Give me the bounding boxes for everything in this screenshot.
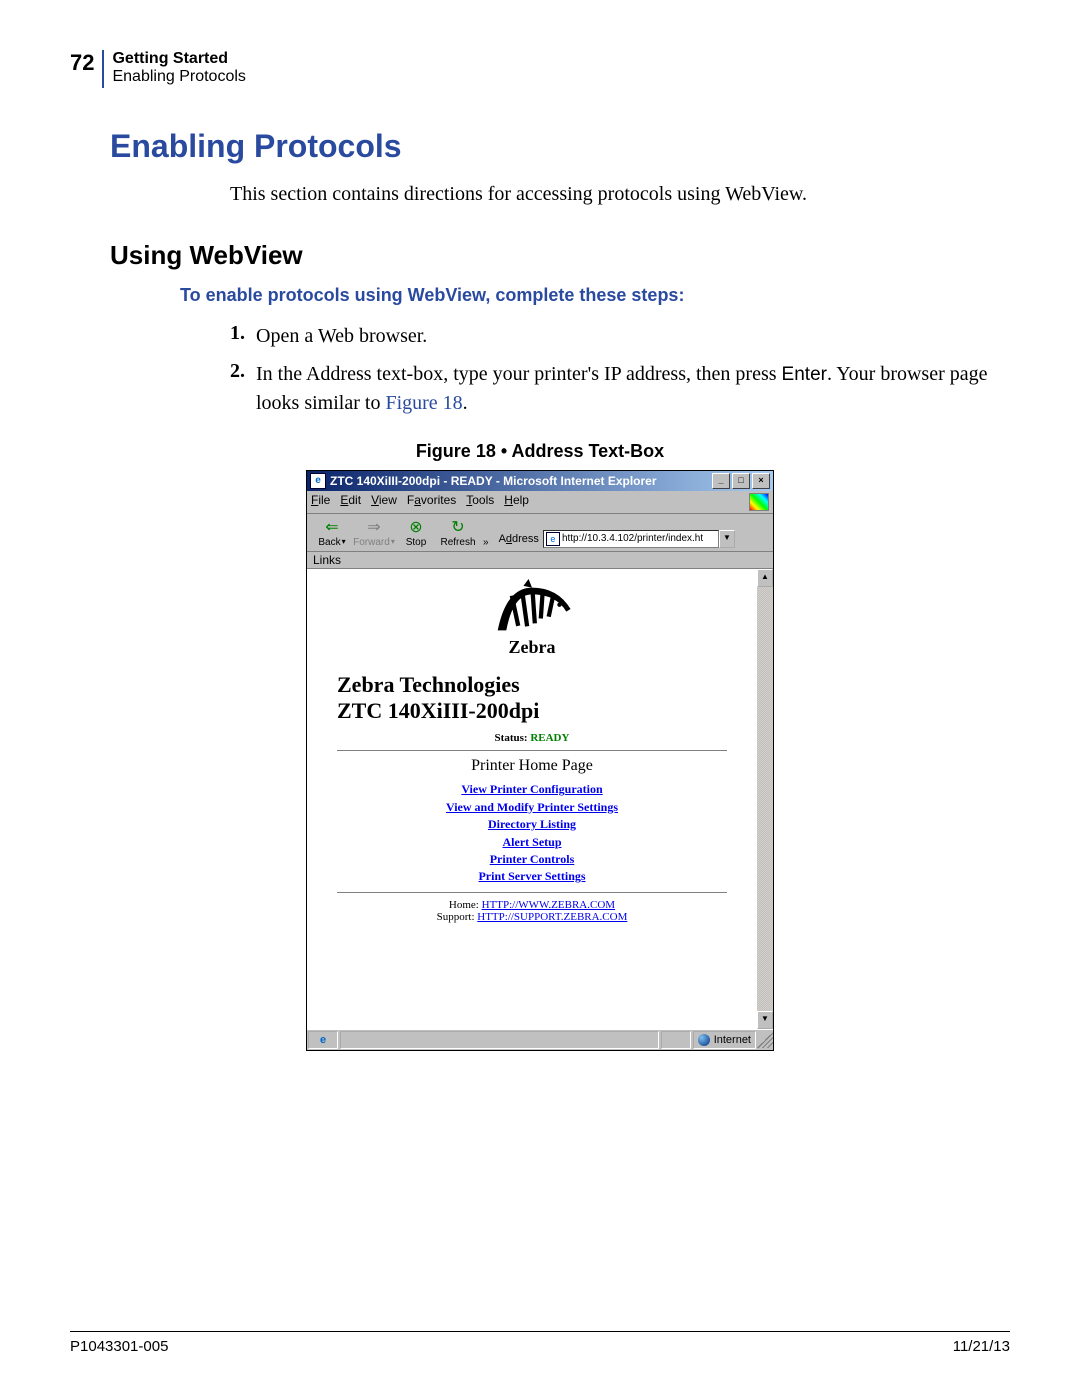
address-input[interactable]: e http://10.3.4.102/printer/index.ht	[543, 530, 719, 548]
address-value: http://10.3.4.102/printer/index.ht	[562, 533, 703, 544]
back-icon: ⇐	[311, 517, 353, 537]
close-button[interactable]: ×	[752, 473, 770, 489]
intro-text: This section contains directions for acc…	[230, 183, 1010, 206]
chapter-title: Getting Started	[112, 50, 245, 68]
page-icon: e	[546, 532, 560, 546]
browser-window: e ZTC 140XiIII-200dpi - READY - Microsof…	[306, 470, 774, 1051]
vertical-scrollbar[interactable]: ▲ ▼	[757, 569, 773, 1029]
heading-3: To enable protocols using WebView, compl…	[180, 285, 1010, 306]
key-name: Enter	[782, 364, 827, 385]
chevron-down-icon: ▾	[342, 537, 346, 546]
heading-1: Enabling Protocols	[110, 128, 1010, 165]
scroll-up-icon[interactable]: ▲	[757, 569, 773, 587]
model-name: ZTC 140XiIII-200dpi	[337, 698, 539, 723]
refresh-icon: ↻	[437, 517, 479, 537]
company-name: Zebra Technologies	[337, 672, 520, 697]
step-text-part: In the Address text-box, type your print…	[256, 363, 782, 385]
menu-view[interactable]: View	[371, 493, 397, 511]
menu-edit[interactable]: Edit	[340, 493, 361, 511]
page-link[interactable]: Alert Setup	[317, 834, 747, 851]
minimize-button[interactable]: _	[712, 473, 730, 489]
page-link[interactable]: View and Modify Printer Settings	[317, 799, 747, 816]
globe-icon	[698, 1034, 710, 1046]
maximize-button[interactable]: □	[732, 473, 750, 489]
figure-reference[interactable]: Figure 18	[385, 392, 462, 414]
forward-icon: ⇒	[353, 517, 395, 537]
support-label: Support:	[437, 911, 478, 923]
resize-grip-icon[interactable]	[757, 1032, 773, 1048]
page-header: 72 Getting Started Enabling Protocols	[70, 50, 1010, 88]
doc-date: 11/21/13	[953, 1338, 1010, 1355]
forward-label: Forward	[353, 537, 390, 548]
status-cell	[661, 1031, 691, 1049]
support-url[interactable]: HTTP://SUPPORT.ZEBRA.COM	[477, 911, 627, 923]
page-link[interactable]: Directory Listing	[317, 816, 747, 833]
step-number: 1.	[230, 322, 256, 350]
refresh-label: Refresh	[437, 537, 479, 548]
status-ie-icon: e	[308, 1031, 338, 1049]
step-text: In the Address text-box, type your print…	[256, 360, 1010, 417]
back-label: Back	[318, 537, 340, 548]
heading-2: Using WebView	[110, 240, 1010, 271]
ie-icon: e	[310, 473, 326, 489]
menu-favorites[interactable]: Favorites	[407, 493, 456, 511]
toolbar: ⇐ Back▾ ⇒ Forward▾ ⊗ Stop ↻ Refresh » Ad	[307, 514, 773, 552]
support-link-line: Support: HTTP://SUPPORT.ZEBRA.COM	[317, 911, 747, 923]
titlebar: e ZTC 140XiIII-200dpi - READY - Microsof…	[307, 471, 773, 491]
page-link[interactable]: Printer Controls	[317, 851, 747, 868]
svg-text:®: ®	[499, 622, 504, 629]
toolbar-more[interactable]: »	[479, 537, 493, 548]
divider	[337, 750, 727, 751]
brand-icon	[749, 493, 769, 511]
header-separator	[102, 50, 104, 88]
forward-button: ⇒ Forward▾	[353, 517, 395, 548]
status-message	[340, 1031, 659, 1049]
menu-help[interactable]: Help	[504, 493, 529, 511]
status-label: Status:	[495, 732, 531, 744]
page-links: View Printer Configuration View and Modi…	[317, 781, 747, 885]
window-title: ZTC 140XiIII-200dpi - READY - Microsoft …	[330, 474, 657, 488]
home-label: Home:	[449, 899, 482, 911]
zone-label: Internet	[714, 1034, 751, 1046]
page-content: ® Zebra Zebra Technologies ZTC 140XiIII-…	[307, 569, 773, 1029]
stop-label: Stop	[395, 537, 437, 548]
scroll-track[interactable]	[757, 587, 773, 1011]
status-value: READY	[530, 732, 569, 744]
section-title: Enabling Protocols	[112, 68, 245, 86]
statusbar: e Internet	[307, 1029, 773, 1050]
home-link-line: Home: HTTP://WWW.ZEBRA.COM	[317, 899, 747, 911]
zebra-wordmark: Zebra	[462, 637, 602, 658]
step-text-part: .	[463, 392, 468, 414]
home-url[interactable]: HTTP://WWW.ZEBRA.COM	[482, 899, 615, 911]
zebra-head-icon: ®	[487, 579, 577, 639]
page-number: 72	[70, 50, 102, 76]
menu-tools[interactable]: Tools	[466, 493, 494, 511]
links-bar[interactable]: Links	[307, 552, 773, 569]
home-page-title: Printer Home Page	[317, 757, 747, 775]
page-heading: Zebra Technologies ZTC 140XiIII-200dpi	[337, 672, 747, 725]
steps-list: 1. Open a Web browser. 2. In the Address…	[230, 322, 1010, 417]
doc-id: P1043301-005	[70, 1338, 168, 1355]
address-dropdown[interactable]: ▼	[719, 530, 735, 548]
step-text: Open a Web browser.	[256, 322, 1010, 350]
status-line: Status: READY	[317, 732, 747, 744]
page-link[interactable]: View Printer Configuration	[317, 781, 747, 798]
menubar: File Edit View Favorites Tools Help	[307, 491, 773, 514]
menu-file[interactable]: File	[311, 493, 330, 511]
page-footer: P1043301-005 11/21/13	[70, 1331, 1010, 1355]
step-number: 2.	[230, 360, 256, 417]
page-link[interactable]: Print Server Settings	[317, 868, 747, 885]
divider	[337, 892, 727, 893]
scroll-down-icon[interactable]: ▼	[757, 1011, 773, 1029]
refresh-button[interactable]: ↻ Refresh	[437, 517, 479, 548]
back-button[interactable]: ⇐ Back▾	[311, 517, 353, 548]
zone-indicator: Internet	[693, 1031, 756, 1049]
figure-caption: Figure 18 • Address Text-Box	[70, 441, 1010, 462]
stop-icon: ⊗	[395, 517, 437, 537]
address-label: Address	[499, 533, 539, 545]
stop-button[interactable]: ⊗ Stop	[395, 517, 437, 548]
zebra-logo: ® Zebra	[462, 579, 602, 664]
